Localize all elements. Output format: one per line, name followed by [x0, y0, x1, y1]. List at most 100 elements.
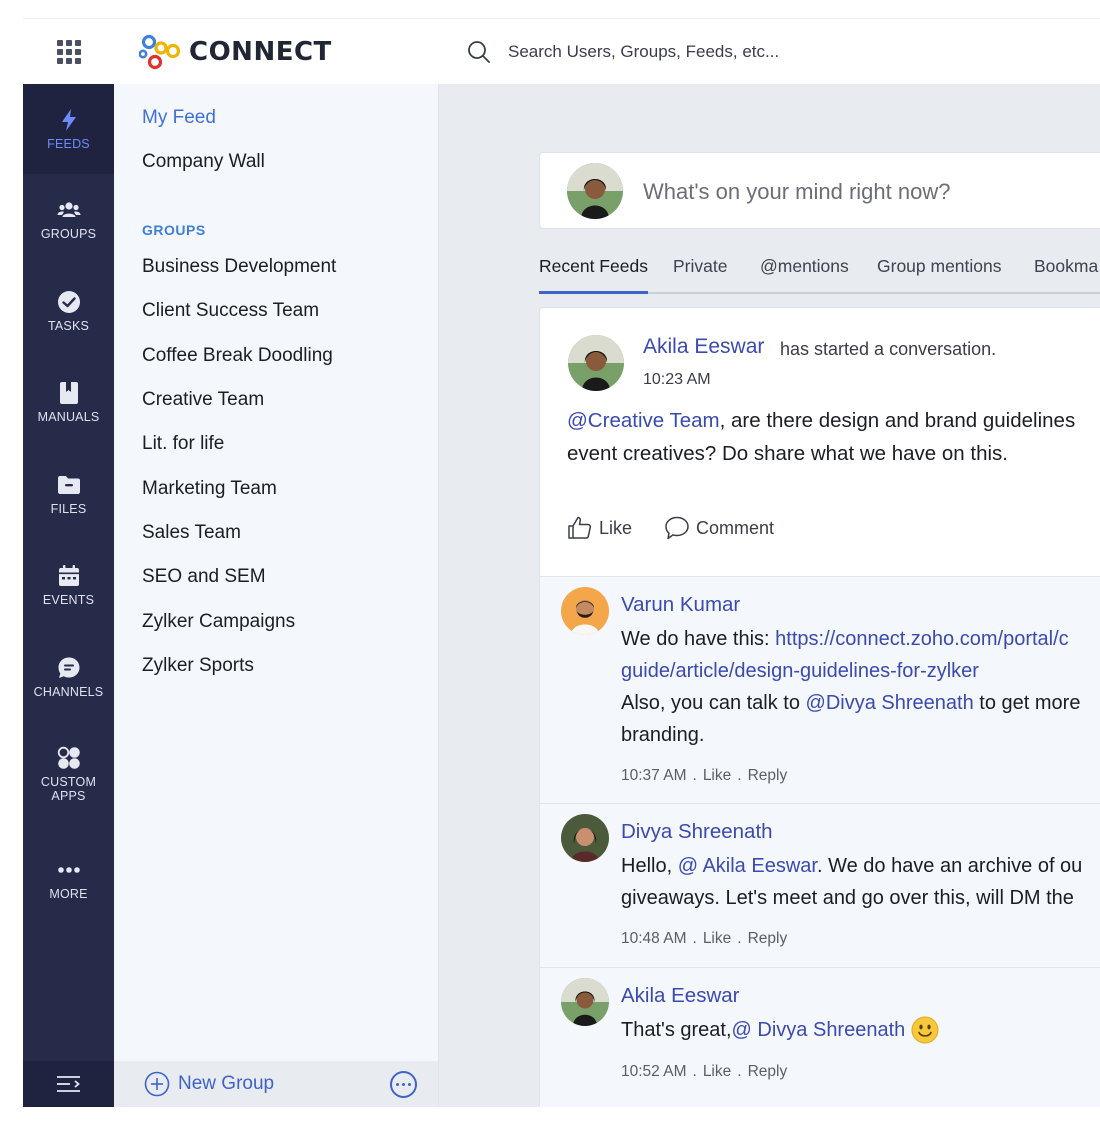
tab-private[interactable]: Private	[673, 254, 727, 292]
sidebar-group-item[interactable]: Zylker Campaigns	[142, 611, 295, 633]
groups-heading: GROUPS	[142, 222, 206, 238]
tab-bookmarks[interactable]: Bookma	[1034, 254, 1098, 292]
tab-mentions[interactable]: @mentions	[760, 254, 849, 292]
rail-label: MANUALS	[37, 409, 100, 424]
comment-text: That's great, @ Divya Shreenath	[621, 1014, 1100, 1046]
meta-separator: .	[737, 767, 742, 784]
comment-author-name[interactable]: Divya Shreenath	[621, 820, 773, 844]
comment-timestamp: 10:52 AM	[621, 1063, 687, 1080]
like-button[interactable]: Like	[567, 515, 632, 541]
comment-text: Hello, @ Akila Eeswar. We do have an arc…	[621, 850, 1100, 914]
comment-reply-link[interactable]: Reply	[748, 930, 788, 947]
rail-item-custom-apps[interactable]: CUSTOM APPS	[23, 724, 114, 824]
meta-separator: .	[692, 767, 697, 784]
post-body: @Creative Team, are there design and bra…	[567, 404, 1100, 470]
post-action-text: has started a conversation.	[780, 339, 997, 359]
feeds-sidebar: My Feed Company Wall GROUPS Business Dev…	[114, 84, 439, 1107]
rail-item-tasks[interactable]: TASKS	[23, 266, 114, 356]
thumbs-up-icon	[568, 516, 592, 539]
comment-like-link[interactable]: Like	[703, 767, 731, 784]
search-bar[interactable]: Search Users, Groups, Feeds, etc...	[466, 37, 779, 67]
status-composer[interactable]: What's on your mind right now?	[539, 152, 1100, 229]
group-mention[interactable]: @Creative Team	[567, 409, 720, 432]
feed-tabs: Recent Feeds Private @mentions Group men…	[539, 254, 1100, 294]
comment-reply-link[interactable]: Reply	[748, 767, 788, 784]
comment-text-part: branding.	[621, 724, 705, 746]
people-icon	[57, 201, 80, 217]
sidebar-group-item[interactable]: Business Development	[142, 256, 336, 278]
chat-bubble-icon	[58, 657, 79, 678]
rail-item-events[interactable]: EVENTS	[23, 540, 114, 630]
sidebar-group-item[interactable]: Coffee Break Doodling	[142, 345, 333, 367]
avatar[interactable]	[561, 814, 609, 862]
connect-app: CONNECT Search Users, Groups, Feeds, etc…	[23, 18, 1100, 1107]
connect-logo-icon	[139, 34, 181, 70]
rail-label: FEEDS	[47, 136, 90, 151]
sidebar-group-item[interactable]: Marketing Team	[142, 478, 277, 500]
tab-group-mentions[interactable]: Group mentions	[877, 254, 1002, 292]
user-avatar-icon	[561, 814, 609, 862]
avatar[interactable]	[561, 978, 609, 1026]
guidelines-link[interactable]: https://connect.zoho.com/portal/c	[775, 628, 1069, 650]
collapse-rail-button[interactable]	[23, 1061, 114, 1107]
app-name: CONNECT	[189, 37, 332, 67]
new-group-button[interactable]: New Group	[144, 1071, 274, 1097]
comment-bubble-icon	[665, 516, 689, 540]
module-rail: FEEDS GROUPS TASKS MANUALS FILES EVENTS …	[23, 84, 114, 1107]
comment-author-name[interactable]: Akila Eeswar	[621, 984, 740, 1008]
sidebar-group-item[interactable]: Lit. for life	[142, 433, 224, 455]
user-avatar-icon	[561, 587, 609, 635]
comment-like-link[interactable]: Like	[703, 1063, 731, 1080]
comment-author-name[interactable]: Varun Kumar	[621, 593, 740, 617]
tab-recent-feeds[interactable]: Recent Feeds	[539, 254, 648, 294]
guidelines-link[interactable]: guide/article/design-guidelines-for-zylk…	[621, 655, 1100, 687]
comment-timestamp: 10:37 AM	[621, 767, 687, 784]
user-mention[interactable]: @ Akila Eeswar	[678, 855, 817, 877]
post-text: , are there design and brand guidelines	[719, 409, 1076, 432]
rail-item-files[interactable]: FILES	[23, 449, 114, 539]
post-author-name[interactable]: Akila Eeswar	[643, 335, 764, 359]
sidebar-item-company-wall[interactable]: Company Wall	[142, 151, 265, 173]
rail-label: CHANNELS	[33, 684, 104, 699]
avatar[interactable]	[568, 335, 624, 391]
comment-text-part: We do have this:	[621, 628, 776, 650]
sidebar-group-item[interactable]: Client Success Team	[142, 300, 319, 322]
book-icon	[59, 381, 78, 404]
rail-item-channels[interactable]: CHANNELS	[23, 632, 114, 722]
feed-post: Akila Eeswar has started a conversation.…	[539, 307, 1100, 1107]
comment-meta: 10:52 AM. Like. Reply	[621, 1063, 787, 1081]
comment-text-part: giveaways. Let's meet and go over this, …	[621, 887, 1074, 909]
top-bar: CONNECT Search Users, Groups, Feeds, etc…	[23, 18, 1100, 84]
sidebar-group-item[interactable]: Creative Team	[142, 389, 264, 411]
rail-label: FILES	[50, 501, 87, 516]
rail-label: MORE	[49, 886, 88, 901]
user-mention[interactable]: @ Divya Shreenath	[732, 1014, 906, 1046]
search-input[interactable]: Search Users, Groups, Feeds, etc...	[508, 42, 779, 62]
sidebar-group-item[interactable]: Zylker Sports	[142, 655, 254, 677]
user-mention[interactable]: @Divya Shreenath	[806, 692, 974, 714]
comment-button[interactable]: Comment	[664, 515, 774, 541]
comment-item: Divya Shreenath Hello, @ Akila Eeswar. W…	[540, 803, 1100, 967]
sidebar-footer: New Group	[114, 1061, 438, 1107]
bolt-icon	[61, 108, 76, 131]
comment-reply-link[interactable]: Reply	[748, 1063, 788, 1080]
sidebar-group-item[interactable]: Sales Team	[142, 522, 241, 544]
meta-separator: .	[692, 1063, 697, 1080]
app-switcher-grid-icon[interactable]	[57, 40, 81, 64]
avatar	[567, 163, 623, 219]
rail-item-manuals[interactable]: MANUALS	[23, 357, 114, 447]
folder-icon	[57, 475, 80, 494]
plus-circle-icon	[144, 1071, 170, 1097]
rail-item-groups[interactable]: GROUPS	[23, 174, 114, 264]
app-logo[interactable]: CONNECT	[139, 32, 332, 72]
comment-like-link[interactable]: Like	[703, 930, 731, 947]
rail-item-feeds[interactable]: FEEDS	[23, 84, 114, 174]
comment-text-part: That's great,	[621, 1019, 732, 1041]
avatar[interactable]	[561, 587, 609, 635]
sidebar-item-my-feed[interactable]: My Feed	[142, 107, 216, 129]
comment-text: We do have this: https://connect.zoho.co…	[621, 623, 1100, 751]
rail-item-more[interactable]: MORE	[23, 834, 114, 924]
more-options-button[interactable]	[390, 1071, 417, 1098]
sidebar-group-item[interactable]: SEO and SEM	[142, 566, 266, 588]
collapse-menu-icon	[56, 1076, 80, 1092]
